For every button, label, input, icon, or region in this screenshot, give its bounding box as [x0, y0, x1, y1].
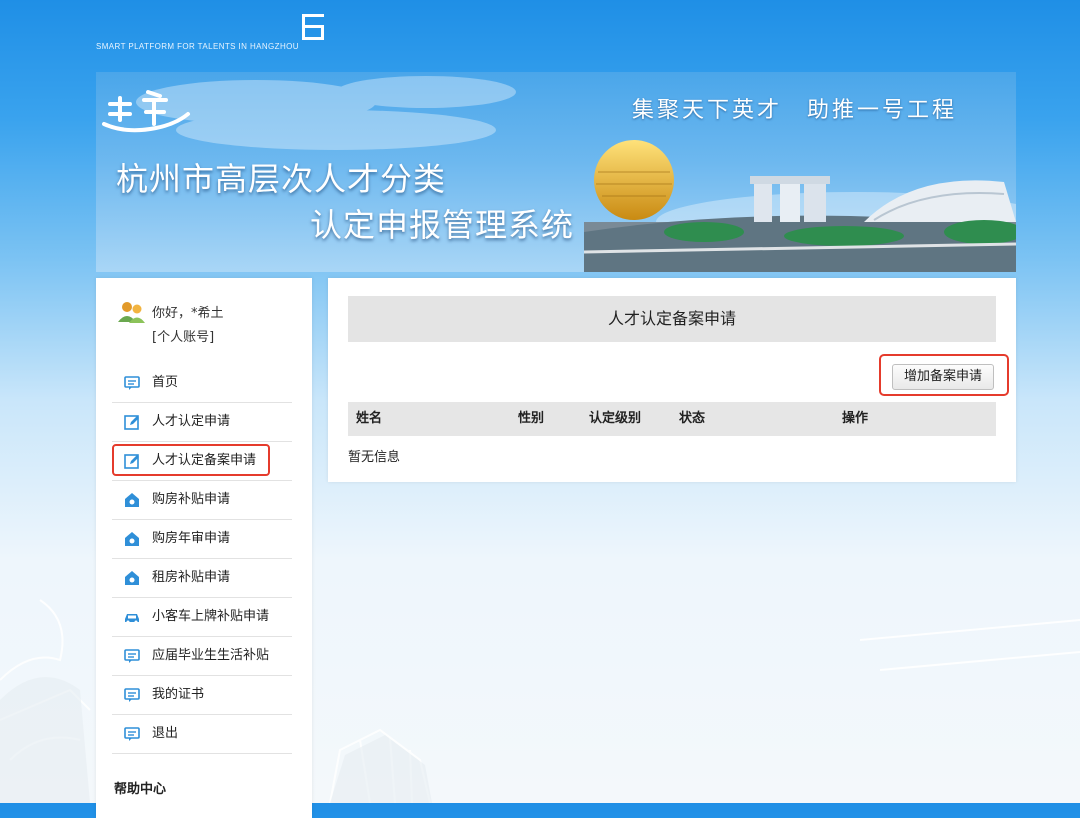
sidebar-item-label: 人才认定备案申请	[152, 453, 257, 468]
sidebar-item-label: 退出	[152, 726, 179, 741]
table-header: 姓名 性别 认定级别 状态 操作	[348, 402, 996, 436]
help-center-title: 帮助中心	[114, 782, 167, 797]
main-panel: 人才认定备案申请 增加备案申请 姓名 性别 认定级别 状态 操作 暂无信息	[328, 278, 1016, 482]
comment-icon	[124, 376, 140, 390]
user-greeting: 你好，*希土	[152, 306, 224, 321]
add-filing-button[interactable]: 增加备案申请	[892, 364, 994, 390]
banner-title-line2: 认定申报管理系统	[310, 206, 575, 244]
sidebar-item-label: 我的证书	[152, 687, 205, 702]
column-header-level: 认定级别	[589, 411, 642, 426]
empty-table-message: 暂无信息	[348, 450, 401, 465]
user-info: 你好，*希土 [个人账号]	[118, 300, 308, 352]
sidebar-item-label: 购房年审申请	[152, 531, 231, 546]
comment-icon	[124, 727, 140, 741]
brand-mark-icon	[302, 14, 324, 40]
sidebar: 你好，*希土 [个人账号] 首页 人才认定申请 人才认定备案申请 购房补贴申请 …	[96, 278, 312, 818]
brand-tagline: SMART PLATFORM FOR TALENTS IN HANGZHOU	[96, 42, 299, 51]
header-banner: 集聚天下英才 助推一号工程 杭州市高层次人才分类 认定申报管理系统	[96, 72, 1016, 272]
account-link[interactable]: [个人账号]	[152, 326, 214, 345]
sidebar-item-label: 人才认定申请	[152, 414, 231, 429]
edit-icon	[124, 454, 139, 469]
comment-icon	[124, 649, 140, 663]
column-header-gender: 性别	[518, 411, 545, 426]
sidebar-item-talent-filing[interactable]: 人才认定备案申请	[112, 442, 292, 481]
sidebar-item-housing-annual-review[interactable]: 购房年审申请	[112, 520, 292, 559]
car-icon	[125, 614, 139, 624]
sidebar-item-talent-certification[interactable]: 人才认定申请	[112, 403, 292, 442]
brand-logo: SMART PLATFORM FOR TALENTS IN HANGZHOU	[96, 12, 336, 56]
sidebar-item-home[interactable]: 首页	[112, 364, 292, 403]
column-header-actions: 操作	[842, 411, 869, 426]
column-header-name: 姓名	[356, 411, 383, 426]
comment-icon	[124, 688, 140, 702]
banner-title-line1: 杭州市高层次人才分类	[116, 160, 447, 198]
sidebar-item-label: 租房补贴申请	[152, 570, 231, 585]
sidebar-menu: 首页 人才认定申请 人才认定备案申请 购房补贴申请 购房年审申请 租房补贴申请 …	[112, 364, 292, 754]
house-icon	[125, 532, 139, 546]
sidebar-item-car-plate-subsidy[interactable]: 小客车上牌补贴申请	[112, 598, 292, 637]
house-icon	[125, 493, 139, 507]
sidebar-item-label: 首页	[152, 375, 179, 390]
hangzhou-logo-icon	[102, 90, 190, 133]
user-avatar-icon	[118, 302, 145, 323]
sidebar-item-label: 应届毕业生生活补贴	[152, 648, 270, 663]
sidebar-item-label: 小客车上牌补贴申请	[152, 609, 270, 624]
column-header-status: 状态	[679, 411, 706, 426]
edit-icon	[124, 415, 139, 430]
page-title: 人才认定备案申请	[348, 296, 996, 342]
sidebar-item-graduate-subsidy[interactable]: 应届毕业生生活补贴	[112, 637, 292, 676]
city-skyline-image	[584, 140, 1016, 272]
sidebar-item-rental-subsidy[interactable]: 租房补贴申请	[112, 559, 292, 598]
banner-slogan: 集聚天下英才 助推一号工程	[632, 98, 958, 123]
house-icon	[125, 571, 139, 585]
sidebar-item-logout[interactable]: 退出	[112, 715, 292, 754]
sidebar-item-housing-subsidy[interactable]: 购房补贴申请	[112, 481, 292, 520]
sidebar-item-my-certificate[interactable]: 我的证书	[112, 676, 292, 715]
sidebar-item-label: 购房补贴申请	[152, 492, 231, 507]
